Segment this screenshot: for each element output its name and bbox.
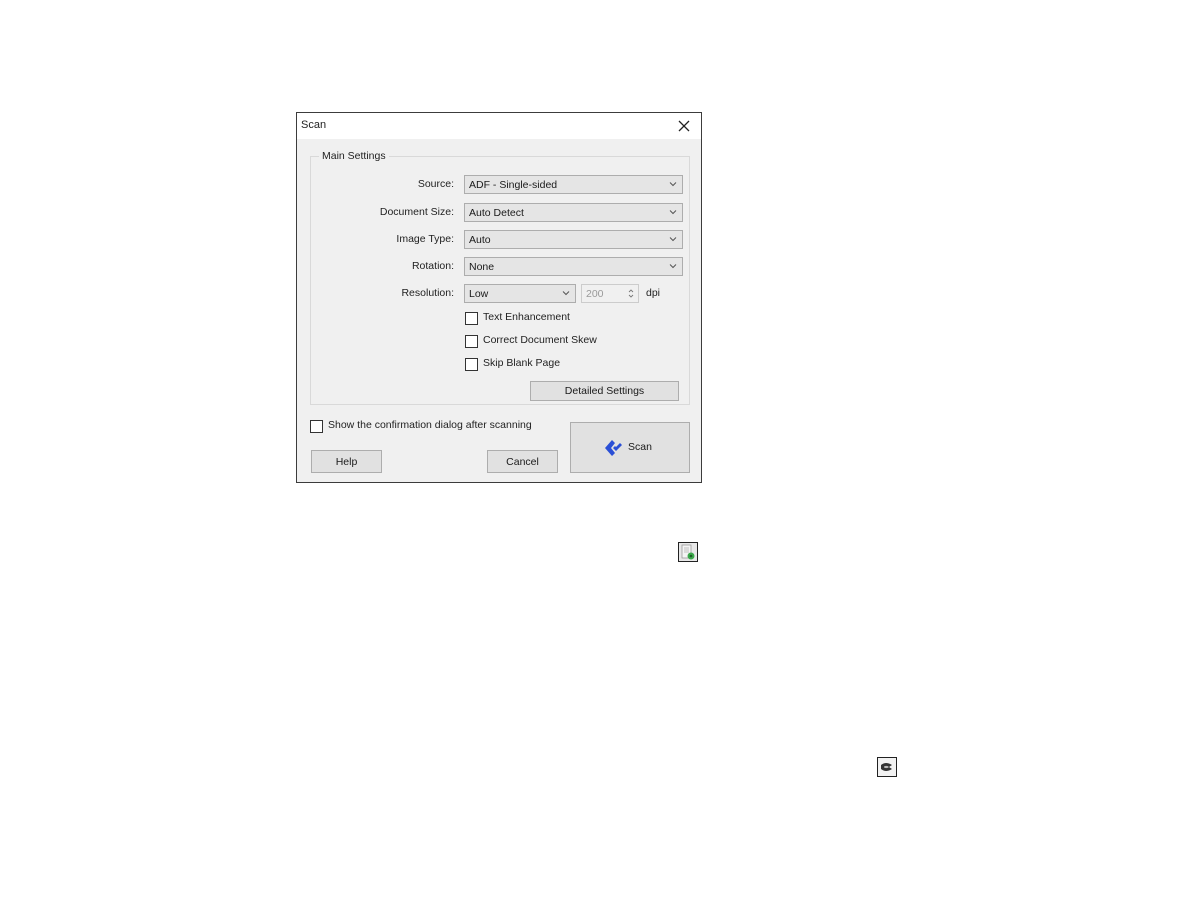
rotation-value: None bbox=[469, 261, 495, 273]
skip-blank-page-label: Skip Blank Page bbox=[483, 357, 561, 369]
resolution-select[interactable]: Low bbox=[464, 284, 576, 303]
show-confirmation-label: Show the confirmation dialog after scann… bbox=[328, 419, 532, 431]
help-label: Help bbox=[335, 456, 358, 468]
cancel-label: Cancel bbox=[506, 456, 539, 468]
scan-start-glyph bbox=[881, 763, 892, 771]
document-size-value: Auto Detect bbox=[469, 207, 524, 219]
checkbox-box[interactable] bbox=[465, 335, 478, 348]
source-select[interactable]: ADF - Single-sided bbox=[464, 175, 683, 194]
scan-button[interactable]: Scan bbox=[570, 422, 690, 473]
source-value: ADF - Single-sided bbox=[469, 179, 558, 191]
chevron-down-icon bbox=[562, 291, 570, 296]
chevron-down-icon bbox=[669, 210, 677, 215]
scan-dialog: Scan Main Settings Source: ADF - Single-… bbox=[296, 112, 702, 483]
image-type-value: Auto bbox=[469, 234, 491, 246]
main-settings-label: Main Settings bbox=[319, 150, 389, 162]
close-button[interactable] bbox=[673, 115, 695, 137]
source-label: Source: bbox=[417, 178, 454, 190]
dpi-value: 200 bbox=[586, 288, 604, 300]
document-settings-glyph bbox=[681, 544, 695, 560]
dialog-title: Scan bbox=[301, 119, 327, 131]
dpi-spinner[interactable]: 200 bbox=[581, 284, 639, 303]
detailed-settings-label: Detailed Settings bbox=[564, 385, 645, 397]
text-enhancement-label: Text Enhancement bbox=[483, 311, 570, 323]
spinner-arrows-icon[interactable] bbox=[626, 286, 636, 301]
title-bar: Scan bbox=[297, 113, 701, 139]
scan-start-icon bbox=[877, 757, 897, 777]
resolution-value: Low bbox=[469, 288, 489, 300]
chevron-down-icon bbox=[669, 237, 677, 242]
close-icon bbox=[678, 120, 690, 132]
chevron-down-icon bbox=[669, 182, 677, 187]
chevron-down-icon bbox=[669, 264, 677, 269]
checkbox-box[interactable] bbox=[310, 420, 323, 433]
image-type-select[interactable]: Auto bbox=[464, 230, 683, 249]
rotation-select[interactable]: None bbox=[464, 257, 683, 276]
scan-icon bbox=[605, 440, 622, 456]
image-type-label: Image Type: bbox=[396, 233, 454, 245]
cancel-button[interactable]: Cancel bbox=[487, 450, 558, 473]
scan-label: Scan bbox=[628, 441, 652, 453]
document-size-label: Document Size: bbox=[379, 206, 454, 218]
main-settings-group: Main Settings Source: ADF - Single-sided… bbox=[310, 150, 690, 405]
checkbox-box[interactable] bbox=[465, 312, 478, 325]
detailed-settings-button[interactable]: Detailed Settings bbox=[530, 381, 679, 401]
dpi-unit: dpi bbox=[646, 287, 661, 299]
checkbox-box[interactable] bbox=[465, 358, 478, 371]
help-button[interactable]: Help bbox=[311, 450, 382, 473]
correct-document-skew-label: Correct Document Skew bbox=[483, 334, 597, 346]
document-settings-icon bbox=[678, 542, 698, 562]
rotation-label: Rotation: bbox=[411, 260, 454, 272]
resolution-label: Resolution: bbox=[401, 287, 454, 299]
document-size-select[interactable]: Auto Detect bbox=[464, 203, 683, 222]
